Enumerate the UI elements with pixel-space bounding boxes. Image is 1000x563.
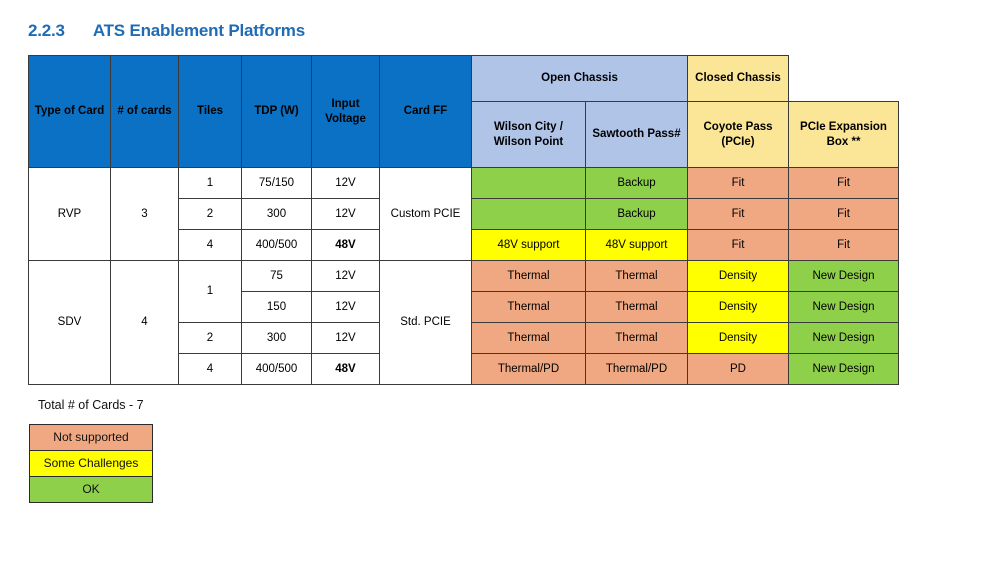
table-body: RVP 3 1 75/150 12V Custom PCIE Backup Fit Fit 2 30… xyxy=(28,167,899,385)
cell-coyote-pass: Density xyxy=(687,260,789,292)
table-row: SDV 4 1 75 12V Std. PCIE Thermal Thermal Density… xyxy=(28,260,899,385)
header-coyote-pass: Coyote Pass (PCIe) xyxy=(687,101,789,168)
total-cards-label: Total # of Cards - 7 xyxy=(38,398,144,412)
header-wilson-city-point: Wilson City / Wilson Point xyxy=(471,101,586,168)
cell-coyote-pass: PD xyxy=(687,353,789,385)
cell-tdp: 75/150 xyxy=(241,167,312,199)
cell-tdp: 300 xyxy=(241,198,312,230)
cell-tdp: 400/500 xyxy=(241,229,312,261)
cell-wilson-city-point: 48V support xyxy=(471,229,586,261)
cell-input-voltage: 12V xyxy=(311,167,380,199)
header-num-of-cards: # of cards xyxy=(110,55,179,168)
header-spacer-blank xyxy=(788,55,899,102)
cell-tdp: 150 xyxy=(241,291,312,323)
cell-pcie-expansion-box: New Design xyxy=(788,291,899,323)
legend-item: Not supported xyxy=(30,425,152,451)
cell-sawtooth-pass: Thermal/PD xyxy=(585,353,688,385)
cell-input-voltage: 48V xyxy=(311,353,380,385)
cell-sawtooth-pass: Thermal xyxy=(585,291,688,323)
header-tdp: TDP (W) xyxy=(241,55,312,168)
cell-sawtooth-pass: Backup xyxy=(585,198,688,230)
cell-type-of-card: SDV xyxy=(28,260,111,385)
cell-input-voltage: 12V xyxy=(311,322,380,354)
cell-pcie-expansion-box: Fit xyxy=(788,167,899,199)
cell-coyote-pass: Fit xyxy=(687,167,789,199)
table-row: RVP 3 1 75/150 12V Custom PCIE Backup Fit Fit xyxy=(28,167,899,261)
cell-tdp: 75 xyxy=(241,260,312,292)
header-pcie-expansion-box: PCIe Expansion Box ** xyxy=(788,101,899,168)
cell-wilson-city-point: Thermal xyxy=(471,322,586,354)
cell-pcie-expansion-box: New Design xyxy=(788,260,899,292)
table-header: Type of Card # of cards Tiles TDP (W) In… xyxy=(28,55,899,168)
cell-pcie-expansion-box: Fit xyxy=(788,198,899,230)
cell-tiles: 2 xyxy=(178,198,242,230)
cell-tdp: 300 xyxy=(241,322,312,354)
cell-card-ff: Custom PCIE xyxy=(379,167,472,261)
legend: Not supported Some Challenges OK xyxy=(29,424,153,503)
cell-coyote-pass: Density xyxy=(687,291,789,323)
cell-pcie-expansion-box: Fit xyxy=(788,229,899,261)
cell-wilson-city-point: Thermal/PD xyxy=(471,353,586,385)
cell-coyote-pass: Density xyxy=(687,322,789,354)
cell-num-of-cards: 4 xyxy=(110,260,179,385)
cell-tiles: 4 xyxy=(178,353,242,385)
title-section-text: ATS Enablement Platforms xyxy=(92,21,305,40)
cell-tdp: 400/500 xyxy=(241,353,312,385)
cell-wilson-city-point: Thermal xyxy=(471,291,586,323)
cell-sawtooth-pass: Thermal xyxy=(585,322,688,354)
page-title: 2.2.3 ATS Enablement Platforms xyxy=(28,21,305,41)
header-closed-chassis: Closed Chassis xyxy=(687,55,789,102)
cell-tiles: 1 xyxy=(178,260,242,323)
cell-coyote-pass: Fit xyxy=(687,229,789,261)
header-tiles: Tiles xyxy=(178,55,242,168)
cell-wilson-city-point: Thermal xyxy=(471,260,586,292)
legend-item: OK xyxy=(30,477,152,502)
legend-item: Some Challenges xyxy=(30,451,152,477)
cell-input-voltage: 12V xyxy=(311,291,380,323)
cell-wilson-city-point xyxy=(471,198,586,230)
cell-input-voltage: 12V xyxy=(311,260,380,292)
cell-sawtooth-pass: Thermal xyxy=(585,260,688,292)
cell-input-voltage: 48V xyxy=(311,229,380,261)
cell-num-of-cards: 3 xyxy=(110,167,179,261)
cell-pcie-expansion-box: New Design xyxy=(788,322,899,354)
ats-enablement-platforms-table: Type of Card # of cards Tiles TDP (W) In… xyxy=(28,55,899,385)
title-section-number: 2.2.3 xyxy=(28,21,65,40)
cell-sawtooth-pass: 48V support xyxy=(585,229,688,261)
cell-wilson-city-point xyxy=(471,167,586,199)
header-type-of-card: Type of Card xyxy=(28,55,111,168)
cell-tiles: 4 xyxy=(178,229,242,261)
header-input-voltage: Input Voltage xyxy=(311,55,380,168)
header-sawtooth-pass: Sawtooth Pass# xyxy=(585,101,688,168)
cell-pcie-expansion-box: New Design xyxy=(788,353,899,385)
cell-input-voltage: 12V xyxy=(311,198,380,230)
header-row-top: Type of Card # of cards Tiles TDP (W) In… xyxy=(28,55,899,168)
cell-tiles: 2 xyxy=(178,322,242,354)
header-open-chassis: Open Chassis xyxy=(471,55,688,102)
cell-sawtooth-pass: Backup xyxy=(585,167,688,199)
cell-tiles: 1 xyxy=(178,167,242,199)
cell-type-of-card: RVP xyxy=(28,167,111,261)
cell-coyote-pass: Fit xyxy=(687,198,789,230)
header-card-ff: Card FF xyxy=(379,55,472,168)
cell-card-ff: Std. PCIE xyxy=(379,260,472,385)
